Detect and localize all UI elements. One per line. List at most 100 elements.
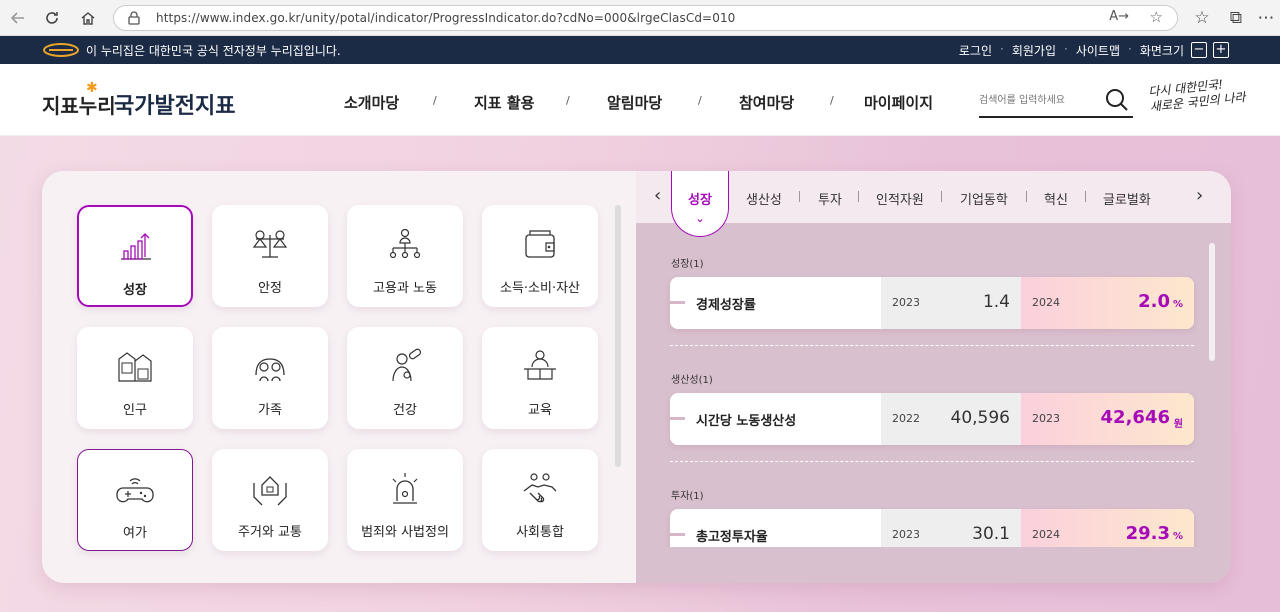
population-icon [118,352,152,382]
nav-separator: / [830,94,834,107]
indicator-name: 경제성장률 [696,298,756,313]
sitemap-link[interactable]: 사이트맵 [1076,42,1120,59]
cur-unit: 원 [1173,419,1183,430]
category-label: 범죄와 사법정의 [361,525,449,540]
health-icon [392,348,422,382]
prev-year: 2022 [892,412,920,425]
prev-value: 1.4 [982,292,1010,312]
tab-human-resources[interactable]: 인적자원 [876,189,924,208]
category-label: 교육 [528,403,552,418]
indicator-scrollbar[interactable] [1209,243,1215,361]
search-icon[interactable] [1105,88,1129,112]
tab-investment[interactable]: 투자 [818,189,842,208]
tab-innovation[interactable]: 혁신 [1044,189,1068,208]
siren-icon [392,473,418,504]
tab-globalization[interactable]: 글로벌화 [1103,189,1151,208]
tab-separator [799,191,800,202]
tab-separator [858,191,859,202]
more-icon[interactable]: ⋯ [1252,4,1280,32]
category-population[interactable]: 인구 [77,327,193,429]
reload-icon[interactable] [38,4,66,32]
category-label: 고용과 노동 [373,281,437,296]
family-icon [255,358,285,382]
org-people-icon [389,228,421,259]
site-header: 지표누리 ✱ 국가발전지표 소개마당 / 지표 활용 / 알림마당 / 참여마당… [0,64,1280,136]
cur-unit: % [1172,531,1183,542]
gamepad-icon [116,478,154,503]
category-label: 인구 [123,403,147,418]
wallet-icon [525,230,555,258]
cur-value: 2.0 [1138,291,1170,312]
cur-value: 29.3 [1125,523,1170,544]
chevron-down-icon: ⌄ [695,212,705,225]
category-employment[interactable]: 고용과 노동 [347,205,463,307]
tab-separator [1085,191,1086,202]
house-hands-icon [253,476,287,506]
category-housing[interactable]: 주거와 교통 [212,449,328,551]
gov-banner: 이 누리집은 대한민국 공식 전자정부 누리집입니다. 로그인 · 회원가입 · 사… [0,36,1280,64]
nav-intro[interactable]: 소개마당 [344,92,399,113]
zoom-out-button[interactable]: − [1191,42,1207,58]
zoom-in-button[interactable]: + [1213,42,1229,58]
prev-value: 30.1 [972,524,1010,544]
category-social[interactable]: 사회통합 [482,449,598,551]
category-family[interactable]: 가족 [212,327,328,429]
indicator-name: 총고정투자율 [696,530,768,545]
nav-usage[interactable]: 지표 활용 [474,92,534,113]
indicator-row[interactable]: 경제성장률 2023 1.4 2024 2.0% [670,277,1194,329]
category-income[interactable]: 소득·소비·자산 [482,205,598,307]
lock-icon [128,11,140,25]
zoom-label: 화면크기 [1139,44,1184,58]
collections-icon[interactable]: ⧉ [1222,4,1250,32]
url-text[interactable]: https://www.index.go.kr/unity/potal/indi… [156,11,735,25]
nav-participation[interactable]: 참여마당 [739,92,794,113]
nav-mypage[interactable]: 마이페이지 [864,92,933,113]
nav-separator: / [566,94,570,107]
category-label: 주거와 교통 [238,525,302,540]
address-bar[interactable]: https://www.index.go.kr/unity/potal/indi… [113,5,1178,31]
cur-year: 2024 [1032,528,1060,541]
brand-logo[interactable]: 지표누리 ✱ [42,80,116,119]
category-scrollbar[interactable] [615,205,621,467]
read-aloud-icon[interactable]: A→ [1109,9,1129,24]
nav-notice[interactable]: 알림마당 [607,92,662,113]
nav-separator: / [433,94,437,107]
home-icon[interactable] [74,4,102,32]
slogan: 다시 대한민국! 새로운 국민의 나라 [1147,77,1247,114]
category-growth[interactable]: 성장 [77,205,193,307]
brand-title[interactable]: 국가발전지표 [114,88,235,120]
tab-productivity[interactable]: 생산성 [746,189,782,208]
tabs-prev-icon[interactable]: ‹ [654,185,661,206]
category-leisure[interactable]: 여가 [77,449,193,551]
category-label: 소득·소비·자산 [499,281,581,296]
prev-value: 40,596 [950,408,1010,428]
tabs-next-icon[interactable]: › [1196,185,1203,206]
category-stability[interactable]: 안정 [212,205,328,307]
category-education[interactable]: 교육 [482,327,598,429]
tab-business-dynamics[interactable]: 기업동학 [960,189,1008,208]
category-justice[interactable]: 범죄와 사법정의 [347,449,463,551]
cur-year: 2023 [1032,412,1060,425]
nav-separator: / [698,94,702,107]
category-label: 안정 [258,281,282,296]
gov-logo-icon [43,43,79,57]
indicator-row[interactable]: 시간당 노동생산성 2022 40,596 2023 42,646 원 [670,393,1194,445]
tab-growth[interactable]: 성장 ⌄ [671,171,729,237]
category-health[interactable]: 건강 [347,327,463,429]
favorite-star-icon[interactable]: ☆ [1150,8,1163,26]
favorites-list-icon[interactable]: ☆ [1188,4,1216,32]
search-input[interactable] [979,90,1099,110]
indicator-panel: 성장 안정 고용과 노동 소득·소비·자산 인구 가족 건강 교육 여가 주거와… [42,171,1231,583]
handshake-icon [523,473,557,503]
cur-value: 42,646 [1100,407,1170,428]
category-label: 사회통합 [516,525,564,540]
growth-chart-icon [121,233,151,260]
login-link[interactable]: 로그인 [959,42,992,59]
back-icon[interactable] [4,4,32,32]
row-divider [670,461,1194,462]
education-icon [524,350,556,380]
signup-link[interactable]: 회원가입 [1012,42,1056,59]
section-label-productivity: 생산성(1) [671,375,713,386]
category-label: 가족 [258,403,282,418]
list-clip-bottom [636,547,1231,583]
